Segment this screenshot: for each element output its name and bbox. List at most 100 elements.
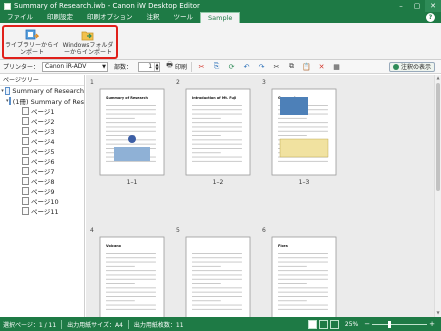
menu-annotation[interactable]: 注釈: [140, 12, 167, 23]
page-icon: [22, 107, 29, 115]
text-line: [192, 105, 242, 106]
zoom-level: 25%: [344, 320, 359, 328]
menu-sample[interactable]: Sample: [200, 12, 241, 23]
page-thumbnail[interactable]: [99, 88, 165, 176]
rotate-page-icon[interactable]: ⟳: [226, 61, 237, 72]
thumbnail-view-button[interactable]: [307, 319, 317, 329]
page-label: 1–3: [299, 179, 310, 186]
printer-label: プリンター：: [3, 64, 40, 71]
maximize-button[interactable]: ▢: [409, 0, 425, 12]
text-line: [278, 257, 328, 259]
zoom-slider[interactable]: [372, 320, 428, 328]
text-line: [192, 139, 242, 141]
page-label: 1–1: [127, 179, 138, 186]
page-number: 1: [90, 79, 94, 86]
text-line: [192, 300, 221, 302]
page-icon: [22, 197, 29, 205]
tree-page-item[interactable]: ページ10: [0, 196, 84, 206]
zoom-slider-knob[interactable]: [388, 320, 392, 328]
tree-page-item[interactable]: ページ4: [0, 136, 84, 146]
tree-page-item[interactable]: ページ6: [0, 156, 84, 166]
page-label: 1–2: [213, 179, 224, 186]
import-from-windows-folder-button[interactable]: Windowsフォルダーからインポート: [60, 27, 116, 57]
tree-page-item[interactable]: ページ8: [0, 176, 84, 186]
text-line: [192, 152, 221, 154]
insert-page-icon[interactable]: ⎘: [211, 61, 222, 72]
tree-page-item[interactable]: ページ1: [0, 106, 84, 116]
text-line: [278, 126, 328, 128]
text-line: [192, 257, 242, 259]
selected-pages-status: 選択ページ：1 / 11: [3, 321, 57, 329]
copy-icon[interactable]: ⧉: [286, 61, 297, 72]
text-line: [106, 265, 135, 267]
page-icon: [22, 177, 29, 185]
paste-icon[interactable]: 📋: [301, 61, 312, 72]
vertical-scrollbar[interactable]: ▲ ▼: [434, 75, 441, 317]
text-line: [192, 253, 242, 254]
delete-icon[interactable]: ✕: [316, 61, 327, 72]
close-button[interactable]: ✕: [425, 0, 441, 12]
status-divider: [61, 319, 63, 329]
zoom-out-icon[interactable]: −: [364, 320, 370, 328]
minimize-button[interactable]: –: [393, 0, 409, 12]
zoom-in-icon[interactable]: +: [429, 320, 435, 328]
text-line: [278, 160, 328, 162]
tree-page-item[interactable]: ページ3: [0, 126, 84, 136]
text-line: [278, 296, 328, 297]
text-line: [106, 257, 156, 259]
tree-page-item[interactable]: ページ5: [0, 146, 84, 156]
cut-icon[interactable]: ✂: [271, 61, 282, 72]
menu-bar: ファイル 印刷設定 印刷オプション 注釈 ツール Sample ?: [0, 12, 441, 23]
copies-stepper[interactable]: 1 ▲ ▼: [138, 61, 161, 72]
text-line: [106, 253, 156, 254]
redo-icon[interactable]: ↷: [256, 61, 267, 72]
text-line: [192, 287, 242, 289]
text-line: [192, 283, 221, 284]
help-icon[interactable]: ?: [426, 13, 435, 22]
text-line: [192, 130, 242, 132]
show-annotations-button[interactable]: 注釈の表示: [388, 61, 435, 72]
text-line: [106, 291, 156, 293]
print-button[interactable]: 🖶 印刷: [164, 61, 187, 72]
tree-page-item[interactable]: ページ9: [0, 186, 84, 196]
printer-select[interactable]: Canon iR-ADV ▼: [42, 61, 109, 72]
paper-size-status: 出力用紙サイズ：A4: [67, 321, 123, 329]
import-from-library-button[interactable]: ライブラリーからインポート: [4, 27, 60, 57]
text-line: [192, 135, 221, 136]
import-group: ライブラリーからインポート Windowsフォルダーからインポート: [2, 25, 118, 59]
tree-page-item[interactable]: ページ11: [0, 206, 84, 216]
page-number: 3: [262, 79, 266, 86]
spin-arrows-icon[interactable]: ▲ ▼: [154, 62, 159, 71]
toolbar: プリンター： Canon iR-ADV ▼ 部数： 1 ▲ ▼ 🖶 印刷 ✂ ⎘ …: [0, 60, 441, 74]
page-thumbnail-area[interactable]: 1 Summary of Research 1–1 2 Introduction of …: [86, 75, 441, 317]
menu-file[interactable]: ファイル: [0, 12, 40, 23]
text-line: [192, 304, 242, 306]
text-line: [192, 160, 242, 162]
page-settings-icon[interactable]: ▦: [331, 61, 342, 72]
undo-icon[interactable]: ↶: [241, 61, 252, 72]
tree-page-item[interactable]: ページ2: [0, 116, 84, 126]
menu-print-options[interactable]: 印刷オプション: [80, 12, 140, 23]
copies-label: 部数：: [114, 64, 133, 71]
scroll-up-icon[interactable]: ▲: [435, 75, 441, 82]
page-thumbnail[interactable]: [185, 88, 251, 176]
scroll-thumb[interactable]: [436, 83, 440, 191]
page-icon: [22, 137, 29, 145]
menu-tools[interactable]: ツール: [167, 12, 201, 23]
tree-document[interactable]: ▾ (1冊) Summary of Res: [0, 96, 84, 106]
text-line: [106, 296, 156, 297]
tree-root[interactable]: ▾ Summary of Research: [0, 86, 84, 96]
text-line: [106, 122, 156, 124]
text-line: [106, 270, 156, 272]
single-page-view-button[interactable]: [329, 319, 339, 329]
text-line: [106, 160, 156, 162]
text-line: [192, 148, 242, 149]
tree-page-item[interactable]: ページ7: [0, 166, 84, 176]
list-view-button[interactable]: [318, 319, 328, 329]
text-line: [106, 278, 156, 280]
text-line: [192, 122, 242, 124]
delete-page-icon[interactable]: ✂: [196, 61, 207, 72]
text-line: [192, 261, 242, 263]
menu-print-settings[interactable]: 印刷設定: [40, 12, 80, 23]
scroll-down-icon[interactable]: ▼: [435, 310, 441, 317]
